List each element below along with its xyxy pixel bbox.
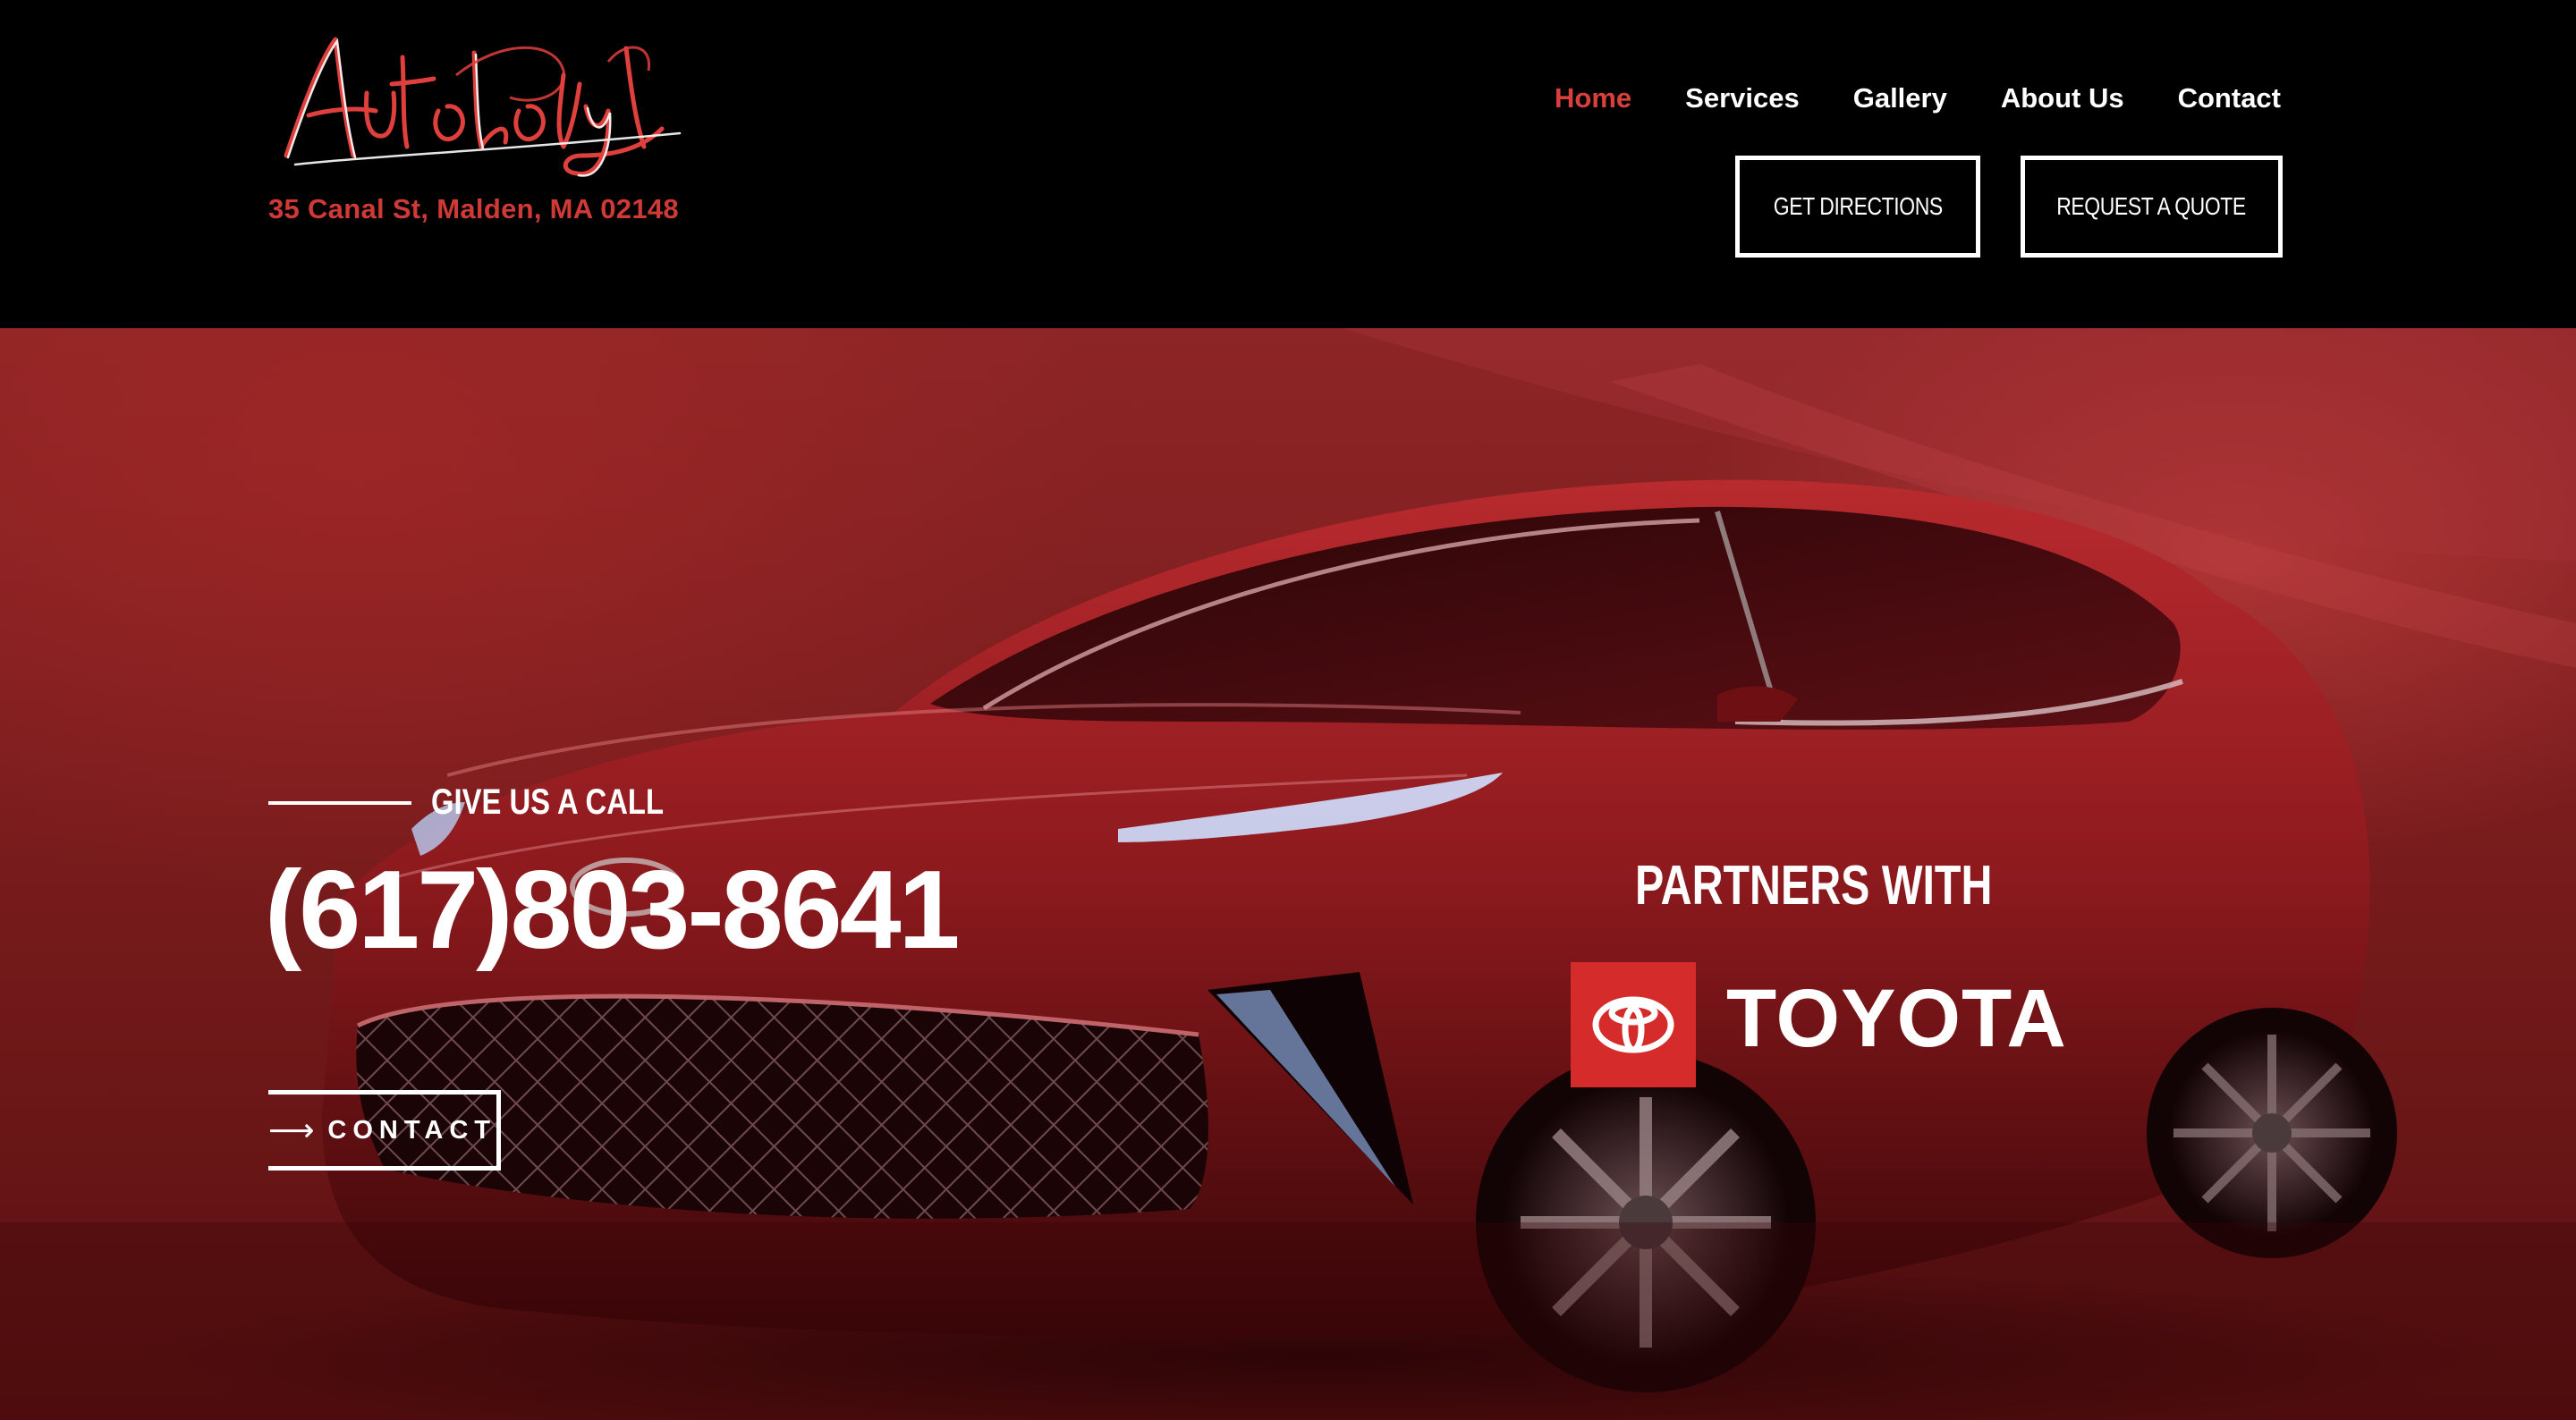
nav-gallery[interactable]: Gallery	[1853, 82, 1947, 114]
site-header: 35 Canal St, Malden, MA 02148 Home Servi…	[0, 0, 2576, 328]
logo[interactable]	[268, 21, 689, 182]
nav-services[interactable]: Services	[1685, 82, 1800, 114]
call-label: GIVE US A CALL	[431, 782, 664, 822]
address: 35 Canal St, Malden, MA 02148	[268, 193, 679, 224]
hero-section: GIVE US A CALL (617)803-8641 ⟶ CONTACT P…	[0, 328, 2576, 1420]
partner-name: TOYOTA	[1726, 973, 2067, 1064]
nav-about-us[interactable]: About Us	[2001, 82, 2124, 114]
main-nav: Home Services Gallery About Us Contact	[1555, 82, 2281, 114]
phone-number-link[interactable]: (617)803-8641	[265, 847, 961, 974]
request-quote-label: REQUEST A QUOTE	[2056, 192, 2247, 220]
contact-button[interactable]: ⟶ CONTACT	[268, 1090, 501, 1171]
get-directions-button[interactable]: GET DIRECTIONS	[1735, 156, 1980, 258]
logo-script-image	[284, 37, 682, 177]
request-quote-button[interactable]: REQUEST A QUOTE	[2021, 156, 2283, 258]
arrow-right-icon: ⟶	[268, 1111, 315, 1148]
toyota-logo-icon	[1571, 962, 1696, 1087]
nav-home[interactable]: Home	[1555, 82, 1631, 114]
partners-label: PARTNERS WITH	[1635, 855, 1993, 917]
get-directions-label: GET DIRECTIONS	[1773, 192, 1943, 220]
contact-button-label: CONTACT	[327, 1115, 496, 1145]
nav-contact[interactable]: Contact	[2178, 82, 2281, 114]
call-divider-line	[268, 801, 411, 805]
